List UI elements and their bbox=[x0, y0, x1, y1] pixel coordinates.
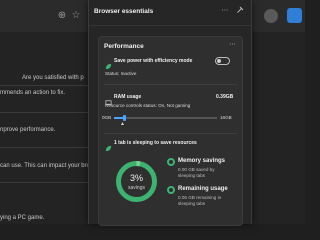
remaining-usage-title: Remaining usage bbox=[178, 186, 228, 192]
ram-usage-fill bbox=[114, 117, 123, 119]
efficiency-status: Status: Inactive bbox=[105, 71, 137, 76]
zoom-icon[interactable]: ⊕ bbox=[56, 10, 68, 22]
savings-ring: 3% savings bbox=[115, 160, 158, 203]
memory-savings-title: Memory savings bbox=[178, 158, 226, 164]
efficiency-toggle[interactable] bbox=[215, 57, 230, 65]
card-more-icon[interactable]: ⋯ bbox=[229, 40, 236, 48]
panel-header: Browser essentials ⋯ bbox=[89, 0, 251, 26]
page-text: nprove performance. bbox=[0, 127, 56, 133]
ram-label: RAM usage bbox=[114, 94, 142, 100]
savings-caption: savings bbox=[128, 185, 145, 191]
more-options-icon[interactable]: ⋯ bbox=[220, 6, 230, 16]
panel-title: Browser essentials bbox=[94, 8, 154, 15]
ram-usage-bar bbox=[114, 115, 217, 121]
profile-avatar[interactable] bbox=[264, 9, 278, 23]
performance-card: Performance ⋯ Save power with efficiency… bbox=[98, 36, 243, 226]
page-question: Are you satisfied with p bbox=[22, 75, 84, 81]
ram-max-label: 16GB bbox=[220, 115, 232, 120]
page-text: can use. This can impact your bro bbox=[0, 163, 90, 169]
efficiency-label: Save power with efficiency mode bbox=[114, 58, 193, 64]
resource-controls-status: Resource controls status: On, Not gaming bbox=[105, 103, 191, 108]
page-text: ying a PC game. bbox=[0, 215, 45, 221]
sleeping-tabs-label: 1 tab is sleeping to save resources bbox=[114, 140, 197, 146]
ram-icon bbox=[105, 93, 113, 106]
memory-savings-detail: 0.00 GB saved by bbox=[178, 167, 215, 172]
remaining-usage-dot bbox=[167, 186, 175, 194]
ram-value: 0.39GB bbox=[216, 94, 234, 100]
savings-percent: 3% bbox=[129, 173, 143, 183]
extension-icon[interactable] bbox=[287, 8, 302, 23]
remaining-usage-detail: 0.05 GB remaining in bbox=[178, 195, 222, 200]
memory-savings-detail-2: sleeping tabs bbox=[178, 173, 206, 178]
pin-icon[interactable] bbox=[235, 6, 245, 16]
page-text: mmends an action to fix. bbox=[0, 90, 66, 96]
remaining-usage-detail-2: sleeping tabs bbox=[178, 201, 206, 206]
ram-min-label: 0GB bbox=[102, 115, 112, 120]
memory-savings-dot bbox=[167, 158, 175, 166]
sleeping-tab-icon bbox=[105, 139, 113, 152]
browser-essentials-panel: Browser essentials ⋯ Performance ⋯ Save … bbox=[88, 0, 252, 226]
leaf-icon bbox=[105, 57, 113, 70]
gaming-marker-icon: ▲ bbox=[120, 121, 125, 127]
card-title: Performance bbox=[104, 43, 144, 50]
read-aloud-icon[interactable]: ☆ bbox=[70, 10, 82, 22]
